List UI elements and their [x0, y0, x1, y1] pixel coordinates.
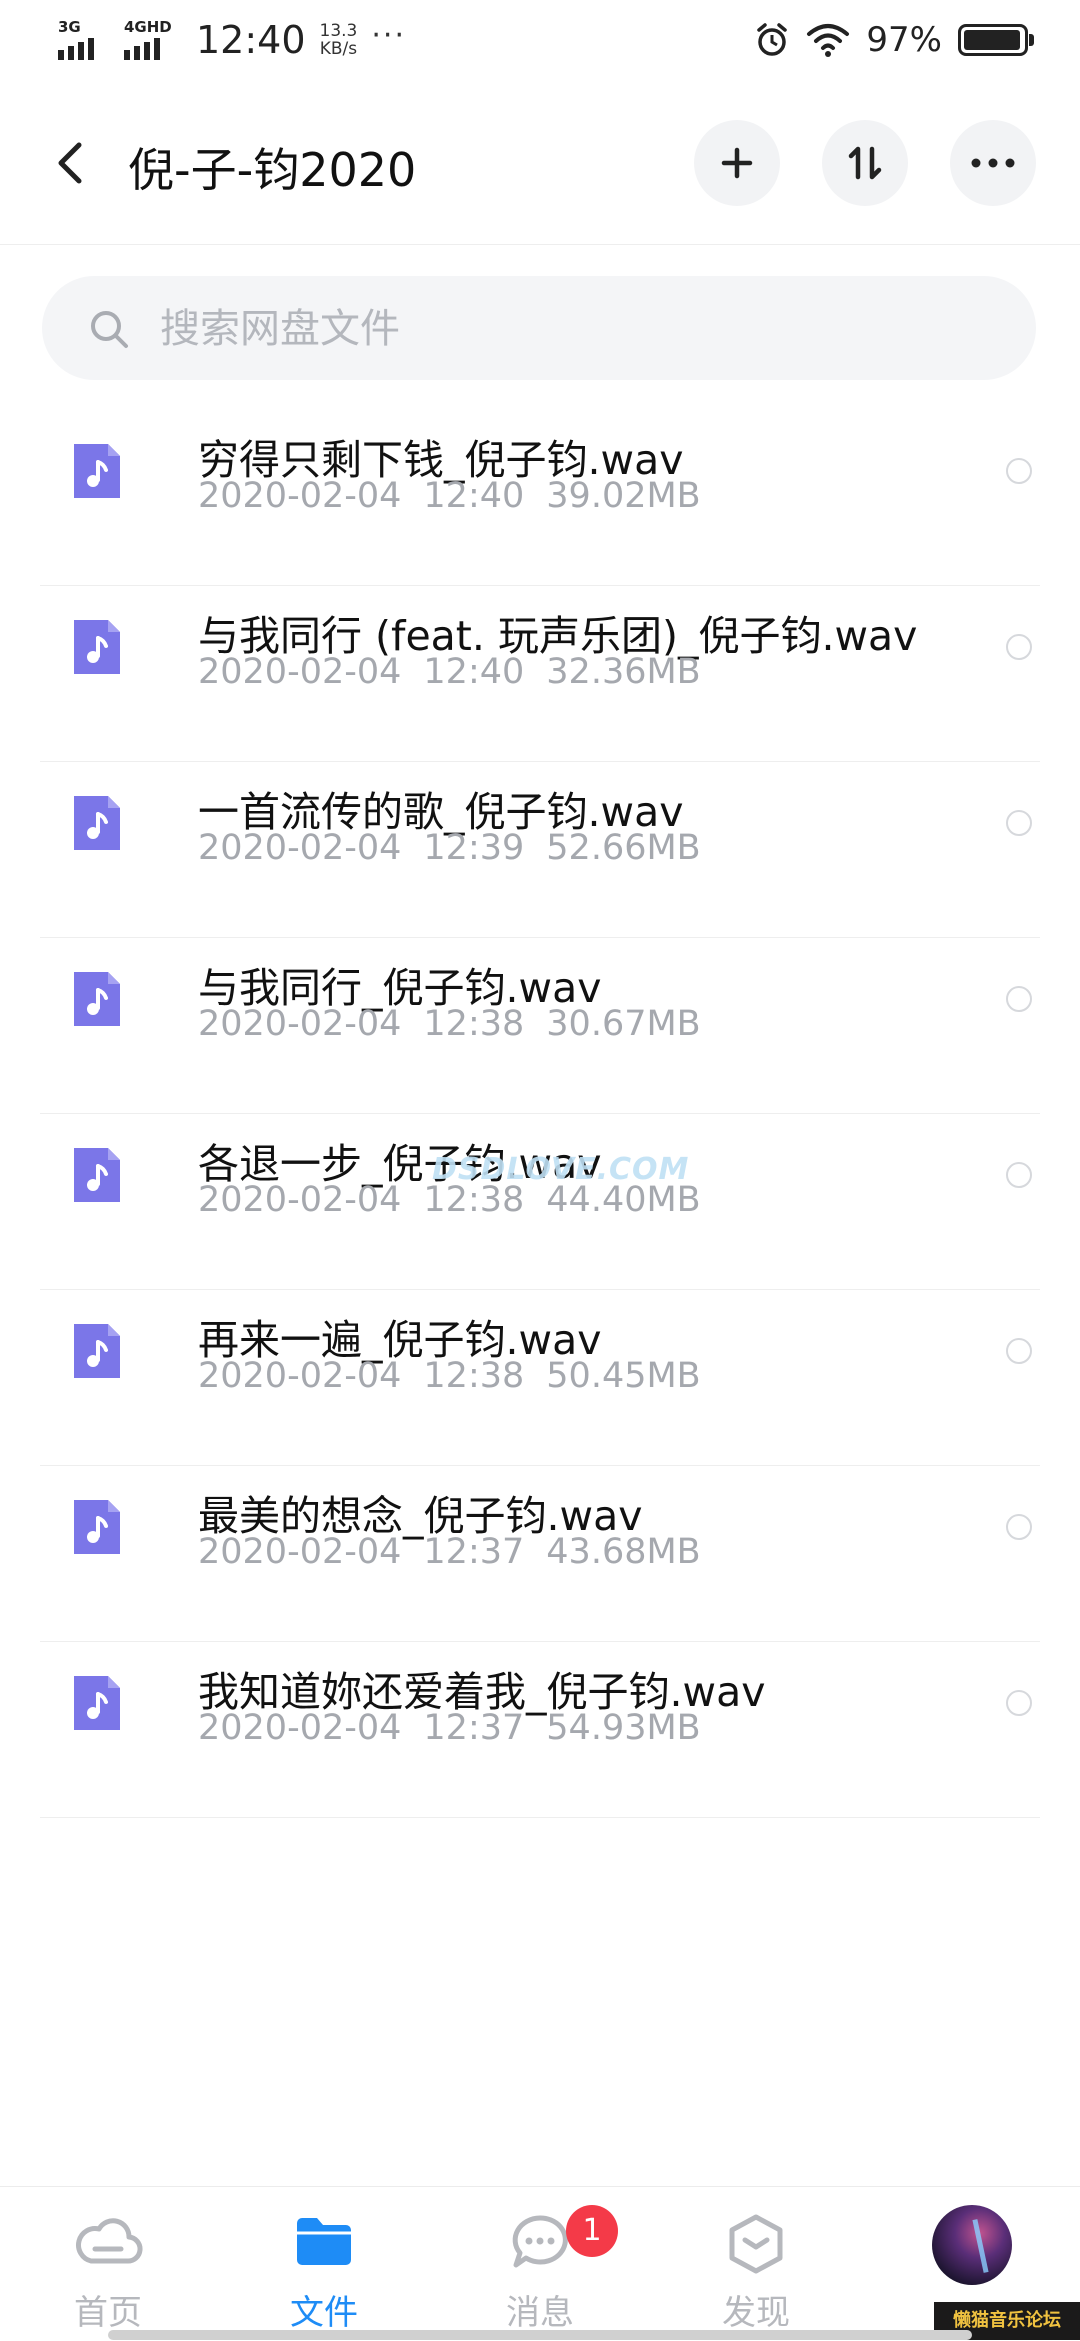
search-icon: [91, 311, 128, 348]
select-checkbox[interactable]: [1006, 1690, 1032, 1716]
nav-files[interactable]: 文件: [216, 2187, 432, 2341]
status-bar: 3G 4GHD 12:40 13.3 KB/s ··· 97%: [0, 0, 1080, 84]
music-file-icon: [74, 796, 120, 850]
file-row[interactable]: 各退一步_倪子钧.wav 2020-02-04 12:38 44.40MB: [40, 1114, 1040, 1290]
file-size: 30.67MB: [546, 1004, 701, 1044]
chevron-left-icon: [58, 142, 82, 184]
music-file-icon: [74, 1324, 120, 1378]
search-bar[interactable]: [42, 276, 1036, 380]
select-checkbox[interactable]: [1006, 1162, 1032, 1188]
nav-files-label: 文件: [290, 2293, 358, 2333]
select-checkbox[interactable]: [1006, 1338, 1032, 1364]
select-checkbox[interactable]: [1006, 986, 1032, 1012]
music-file-icon: [74, 444, 120, 498]
music-file-icon: [74, 1676, 120, 1730]
page-title: 倪-子-钧2020: [128, 143, 417, 197]
battery-percent: 97%: [866, 20, 942, 60]
network-speed-value: 13.3: [319, 21, 358, 41]
music-file-icon: [74, 1500, 120, 1554]
chat-bubble-icon: [512, 2215, 568, 2268]
cube-icon: [729, 2214, 783, 2274]
file-time: 12:39: [423, 828, 525, 868]
nav-home[interactable]: 首页: [0, 2187, 216, 2341]
select-checkbox[interactable]: [1006, 458, 1032, 484]
file-date: 2020-02-04: [198, 1004, 402, 1044]
select-checkbox[interactable]: [1006, 1514, 1032, 1540]
add-button[interactable]: [694, 120, 780, 206]
cloud-icon: [76, 2218, 143, 2264]
file-date: 2020-02-04: [198, 828, 402, 868]
file-date: 2020-02-04: [198, 1532, 402, 1572]
file-size: 52.66MB: [546, 828, 701, 868]
select-checkbox[interactable]: [1006, 810, 1032, 836]
status-time: 12:40: [196, 18, 306, 62]
sort-button[interactable]: [822, 120, 908, 206]
network-speed-unit: KB/s: [319, 39, 358, 59]
watermark-text: DSDLOVE.COM: [432, 1152, 690, 1187]
select-checkbox[interactable]: [1006, 634, 1032, 660]
more-horizontal-icon: [971, 158, 1015, 168]
nav-messages-label: 消息: [506, 2293, 574, 2333]
sort-arrows-icon: [848, 146, 882, 180]
nav-home-label: 首页: [74, 2293, 142, 2333]
file-size: 54.93MB: [546, 1708, 701, 1748]
signal-4g-label: 4GHD: [124, 18, 172, 36]
file-row[interactable]: 一首流传的歌_倪子钧.wav 2020-02-04 12:39 52.66MB: [40, 762, 1040, 938]
file-row[interactable]: 最美的想念_倪子钧.wav 2020-02-04 12:37 43.68MB: [40, 1466, 1040, 1642]
file-time: 12:40: [423, 476, 525, 516]
network-speed: 13.3 KB/s: [320, 22, 358, 58]
file-list: 穷得只剩下钱_倪子钧.wav 2020-02-04 12:40 39.02MB 与我同行…: [40, 410, 1040, 1818]
header: 倪-子-钧2020: [0, 84, 1080, 245]
battery-icon: [958, 24, 1034, 56]
file-time: 12:37: [423, 1708, 525, 1748]
file-time: 12:40: [423, 652, 525, 692]
search-input[interactable]: [158, 300, 962, 358]
music-file-icon: [74, 1148, 120, 1202]
signal-3g-icon: 3G: [58, 18, 110, 60]
file-date: 2020-02-04: [198, 476, 402, 516]
nav-messages[interactable]: 消息: [432, 2187, 648, 2341]
file-size: 50.45MB: [546, 1356, 701, 1396]
file-time: 12:38: [423, 1004, 525, 1044]
file-date: 2020-02-04: [198, 652, 402, 692]
file-meta: 2020-02-04 12:39 52.66MB: [198, 828, 701, 868]
music-file-icon: [74, 972, 120, 1026]
file-row[interactable]: 我知道妳还爱着我_倪子钧.wav 2020-02-04 12:37 54.93MB: [40, 1642, 1040, 1818]
file-meta: 2020-02-04 12:37 43.68MB: [198, 1532, 701, 1572]
file-meta: 2020-02-04 12:40 39.02MB: [198, 476, 701, 516]
file-size: 39.02MB: [546, 476, 701, 516]
back-button[interactable]: [50, 138, 90, 188]
file-time: 12:37: [423, 1532, 525, 1572]
file-meta: 2020-02-04 12:38 50.45MB: [198, 1356, 701, 1396]
plus-icon: [721, 147, 753, 179]
nav-discover-label: 发现: [722, 2293, 790, 2333]
alarm-icon: [757, 23, 788, 56]
signal-4g-icon: 4GHD: [124, 18, 176, 60]
file-date: 2020-02-04: [198, 1180, 402, 1220]
file-row[interactable]: 穷得只剩下钱_倪子钧.wav 2020-02-04 12:40 39.02MB: [40, 410, 1040, 586]
file-meta: 2020-02-04 12:38 30.67MB: [198, 1004, 701, 1044]
file-row[interactable]: 再来一遍_倪子钧.wav 2020-02-04 12:38 50.45MB: [40, 1290, 1040, 1466]
nav-discover[interactable]: 发现: [648, 2187, 864, 2341]
file-row[interactable]: 与我同行_倪子钧.wav 2020-02-04 12:38 30.67MB: [40, 938, 1040, 1114]
status-more-dots: ···: [371, 17, 406, 53]
file-meta: 2020-02-04 12:37 54.93MB: [198, 1708, 701, 1748]
file-size: 43.68MB: [546, 1532, 701, 1572]
gesture-bar[interactable]: [108, 2330, 972, 2340]
music-file-icon: [74, 620, 120, 674]
file-time: 12:38: [423, 1356, 525, 1396]
file-date: 2020-02-04: [198, 1356, 402, 1396]
more-button[interactable]: [950, 120, 1036, 206]
messages-badge: 1: [566, 2205, 618, 2257]
file-size: 32.36MB: [546, 652, 701, 692]
bottom-nav: 首页 文件 消息 1 发现: [0, 2186, 1080, 2341]
wifi-icon: [807, 24, 850, 57]
folder-icon: [297, 2218, 351, 2265]
file-row[interactable]: 与我同行 (feat. 玩声乐团)_倪子钧.wav 2020-02-04 12:40…: [40, 586, 1040, 762]
file-date: 2020-02-04: [198, 1708, 402, 1748]
signal-3g-label: 3G: [58, 18, 81, 36]
file-meta: 2020-02-04 12:40 32.36MB: [198, 652, 701, 692]
avatar[interactable]: [932, 2205, 1012, 2285]
